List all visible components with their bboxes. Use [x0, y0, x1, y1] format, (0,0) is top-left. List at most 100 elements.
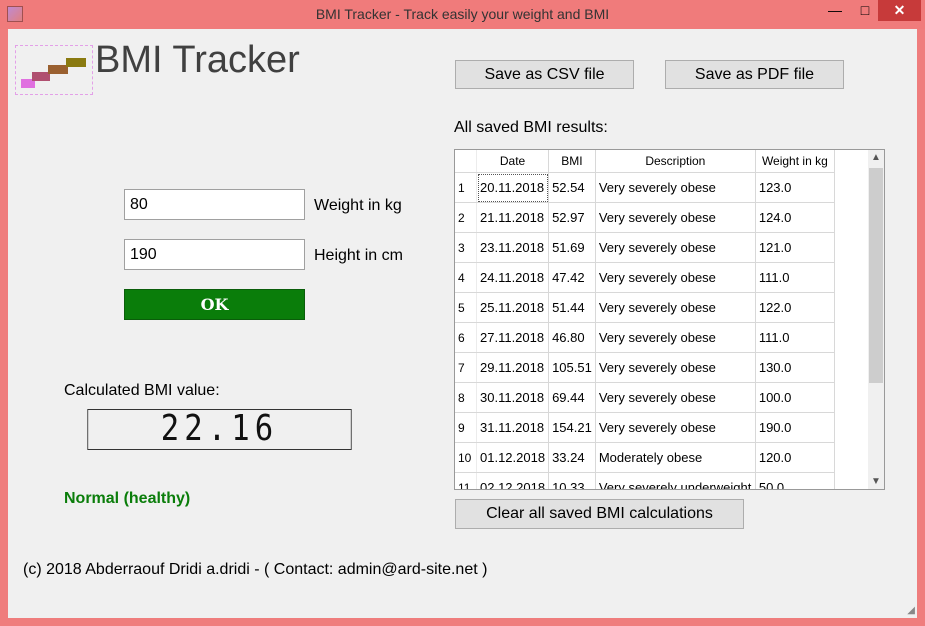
header-date[interactable]: Date	[476, 150, 550, 173]
scroll-up-icon[interactable]: ▲	[868, 152, 884, 163]
table-row[interactable]: 1 20.11.2018 52.54 Very severely obese 123.0	[455, 172, 835, 203]
row-number: 2	[455, 202, 477, 233]
height-label: Height in cm	[314, 247, 403, 264]
table-scrollbar[interactable]: ▲ ▼	[868, 150, 884, 489]
cell-weight[interactable]: 122.0	[755, 292, 835, 323]
cell-date[interactable]: 30.11.2018	[476, 382, 550, 413]
cell-bmi[interactable]: 154.21	[548, 412, 596, 443]
cell-description[interactable]: Very severely obese	[595, 202, 756, 233]
cell-description[interactable]: Very severely obese	[595, 262, 756, 293]
cell-description[interactable]: Very severely obese	[595, 352, 756, 383]
table-row[interactable]: 2 21.11.2018 52.97 Very severely obese 124.0	[455, 202, 835, 233]
minimize-button[interactable]: —	[818, 0, 852, 21]
table-body: 1 20.11.2018 52.54 Very severely obese 123.0…	[455, 172, 835, 489]
cell-bmi[interactable]: 46.80	[548, 322, 596, 353]
scroll-thumb[interactable]	[869, 168, 883, 383]
cell-weight[interactable]: 121.0	[755, 232, 835, 263]
cell-bmi[interactable]: 51.44	[548, 292, 596, 323]
cell-bmi[interactable]: 105.51	[548, 352, 596, 383]
weight-input[interactable]	[124, 189, 305, 220]
table-row[interactable]: 7 29.11.2018 105.51 Very severely obese 130.…	[455, 352, 835, 383]
bmi-lcd-display: 22.16	[87, 409, 352, 450]
cell-weight[interactable]: 123.0	[755, 172, 835, 203]
cell-bmi[interactable]: 51.69	[548, 232, 596, 263]
cell-date[interactable]: 29.11.2018	[476, 352, 550, 383]
header-weight[interactable]: Weight in kg	[755, 150, 835, 173]
bmi-status: Normal (healthy)	[64, 490, 191, 507]
cell-date[interactable]: 21.11.2018	[476, 202, 550, 233]
cell-bmi[interactable]: 52.97	[548, 202, 596, 233]
cell-date[interactable]: 24.11.2018	[476, 262, 550, 293]
client-area: BMI Tracker Save as CSV file Save as PDF…	[8, 29, 917, 618]
table-row[interactable]: 8 30.11.2018 69.44 Very severely obese 100.0	[455, 382, 835, 413]
footer-copyright: (c) 2018 Abderraouf Dridi a.dridi - ( Co…	[23, 561, 488, 578]
table-row[interactable]: 11 02.12.2018 10.33 Very severely underweig…	[455, 472, 835, 489]
cell-bmi[interactable]: 33.24	[548, 442, 596, 473]
cell-date[interactable]: 31.11.2018	[476, 412, 550, 443]
ok-button[interactable]: OK	[124, 289, 305, 320]
table-row[interactable]: 3 23.11.2018 51.69 Very severely obese 121.0	[455, 232, 835, 263]
height-input[interactable]	[124, 239, 305, 270]
row-number: 8	[455, 382, 477, 413]
cell-date[interactable]: 20.11.2018	[476, 172, 550, 203]
logo-icon	[15, 45, 93, 95]
cell-description[interactable]: Very severely obese	[595, 292, 756, 323]
row-number: 1	[455, 172, 477, 203]
cell-date[interactable]: 01.12.2018	[476, 442, 550, 473]
row-number: 4	[455, 262, 477, 293]
clear-all-button[interactable]: Clear all saved BMI calculations	[455, 499, 744, 529]
cell-bmi[interactable]: 47.42	[548, 262, 596, 293]
scroll-down-icon[interactable]: ▼	[868, 476, 884, 487]
close-button[interactable]: ✕	[878, 0, 921, 21]
table-row[interactable]: 4 24.11.2018 47.42 Very severely obese 111.0	[455, 262, 835, 293]
title-bar[interactable]: BMI Tracker - Track easily your weight a…	[0, 0, 925, 29]
table-header-row: Date BMI Description Weight in kg	[455, 150, 835, 173]
row-number: 9	[455, 412, 477, 443]
table-row[interactable]: 5 25.11.2018 51.44 Very severely obese 122.0	[455, 292, 835, 323]
cell-bmi[interactable]: 52.54	[548, 172, 596, 203]
table-row[interactable]: 6 27.11.2018 46.80 Very severely obese 111.0	[455, 322, 835, 353]
window-title: BMI Tracker - Track easily your weight a…	[315, 6, 610, 22]
cell-description[interactable]: Very severely obese	[595, 412, 756, 443]
cell-description[interactable]: Moderately obese	[595, 442, 756, 473]
cell-weight[interactable]: 120.0	[755, 442, 835, 473]
corner-header	[455, 150, 477, 173]
table-row[interactable]: 10 01.12.2018 33.24 Moderately obese 120.0	[455, 442, 835, 473]
results-table[interactable]: Date BMI Description Weight in kg 1 20.11…	[454, 149, 885, 490]
cell-weight[interactable]: 130.0	[755, 352, 835, 383]
row-number: 10	[455, 442, 477, 473]
cell-date[interactable]: 02.12.2018	[476, 472, 550, 489]
cell-description[interactable]: Very severely obese	[595, 382, 756, 413]
row-number: 6	[455, 322, 477, 353]
cell-description[interactable]: Very severely underweight	[595, 472, 756, 489]
header-bmi[interactable]: BMI	[548, 150, 596, 173]
cell-weight[interactable]: 111.0	[755, 322, 835, 353]
table-row[interactable]: 9 31.11.2018 154.21 Very severely obese 190.…	[455, 412, 835, 443]
cell-description[interactable]: Very severely obese	[595, 232, 756, 263]
cell-description[interactable]: Very severely obese	[595, 172, 756, 203]
row-number: 3	[455, 232, 477, 263]
cell-bmi[interactable]: 69.44	[548, 382, 596, 413]
cell-date[interactable]: 23.11.2018	[476, 232, 550, 263]
saved-results-label: All saved BMI results:	[454, 119, 608, 136]
app-window: BMI Tracker - Track easily your weight a…	[0, 0, 925, 626]
header-description[interactable]: Description	[595, 150, 756, 173]
maximize-button[interactable]: □	[852, 0, 878, 21]
row-number: 11	[455, 472, 477, 489]
cell-date[interactable]: 27.11.2018	[476, 322, 550, 353]
row-number: 7	[455, 352, 477, 383]
cell-weight[interactable]: 50.0	[755, 472, 835, 489]
cell-weight[interactable]: 111.0	[755, 262, 835, 293]
cell-weight[interactable]: 100.0	[755, 382, 835, 413]
save-csv-button[interactable]: Save as CSV file	[455, 60, 634, 89]
cell-bmi[interactable]: 10.33	[548, 472, 596, 489]
cell-weight[interactable]: 124.0	[755, 202, 835, 233]
app-name: BMI Tracker	[95, 39, 300, 81]
cell-weight[interactable]: 190.0	[755, 412, 835, 443]
cell-date[interactable]: 25.11.2018	[476, 292, 550, 323]
save-pdf-button[interactable]: Save as PDF file	[665, 60, 844, 89]
row-number: 5	[455, 292, 477, 323]
resize-grip-icon[interactable]: ◢	[907, 605, 915, 616]
cell-description[interactable]: Very severely obese	[595, 322, 756, 353]
weight-label: Weight in kg	[314, 197, 402, 214]
